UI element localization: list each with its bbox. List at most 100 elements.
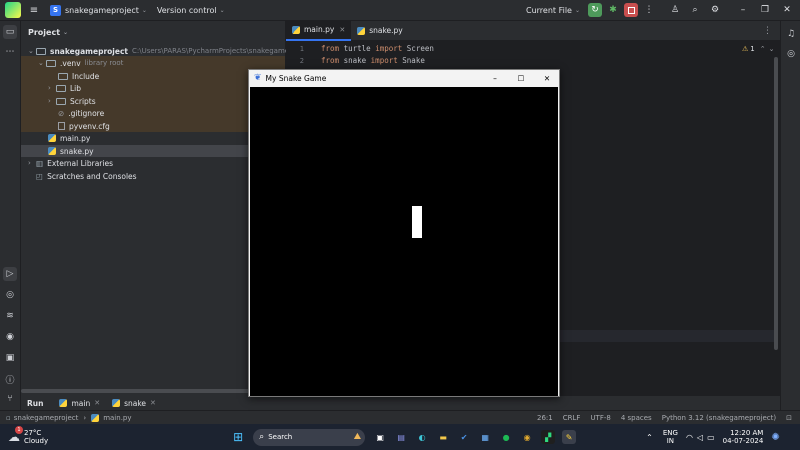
inspection-widget[interactable]: ⚠ 1 ⌃ ⌄ xyxy=(742,45,775,53)
window-minimize-icon[interactable]: – xyxy=(736,3,750,17)
notifications-icon[interactable]: ♫ xyxy=(784,27,798,41)
services-icon[interactable]: ◉ xyxy=(3,330,17,344)
tree-item-lib[interactable]: › Lib xyxy=(48,82,81,95)
python-file-icon xyxy=(48,134,56,143)
tree-item-main-py[interactable]: main.py xyxy=(48,132,90,145)
python-taskbar-icon[interactable]: ✎ xyxy=(562,430,577,444)
tree-item-label: .gitignore xyxy=(68,108,105,118)
windows-start-icon[interactable]: ⊞ xyxy=(231,430,245,444)
close-tab-icon[interactable]: ✕ xyxy=(94,399,100,407)
tree-item-venv[interactable]: ⌄ .venv library root xyxy=(38,57,123,70)
run-tool-icon[interactable]: ▷ xyxy=(3,267,17,281)
ignore-file-icon: ⊘ xyxy=(58,108,65,118)
terminal-icon[interactable]: ▣ xyxy=(3,351,17,365)
debug-icon[interactable]: ✱ xyxy=(606,3,620,17)
chrome-icon[interactable]: ◉ xyxy=(520,430,534,444)
pycharm-taskbar-icon[interactable]: ▞ xyxy=(541,430,556,444)
tree-item-scripts[interactable]: › Scripts xyxy=(48,95,96,108)
store-icon[interactable]: ▦ xyxy=(478,430,492,444)
tab-options-icon[interactable]: ⋮ xyxy=(763,26,772,36)
problems-icon[interactable]: ⓘ xyxy=(3,372,17,386)
tree-item-root[interactable]: ⌄ snakegameproject C:\Users\PARAS\Pychar… xyxy=(28,45,313,58)
chevron-down-icon: ⌄ xyxy=(574,6,580,14)
code-name: Screen xyxy=(402,44,434,53)
app-logo-icon[interactable] xyxy=(5,2,21,18)
ide-title-bar: ≡ S snakegameproject ⌄ Version control ⌄… xyxy=(0,0,800,21)
breadcrumb-file[interactable]: main.py xyxy=(103,414,131,422)
main-menu-icon[interactable]: ≡ xyxy=(28,5,40,16)
breadcrumb-project[interactable]: snakegameproject xyxy=(14,414,79,422)
window-restore-icon[interactable]: ❐ xyxy=(758,3,772,17)
tree-item-gitignore[interactable]: ⊘ .gitignore xyxy=(58,107,104,120)
todo-icon[interactable]: ✔ xyxy=(457,430,471,444)
battery-icon[interactable]: ▭ xyxy=(707,433,715,442)
file-explorer-icon[interactable]: ▬ xyxy=(436,430,450,444)
close-button[interactable]: ✕ xyxy=(537,74,557,83)
code-name: Snake xyxy=(397,56,425,65)
tab-main-py[interactable]: main.py ✕ xyxy=(286,20,352,41)
window-close-icon[interactable]: ✕ xyxy=(780,3,794,17)
config-file-icon xyxy=(58,122,65,131)
chevron-up-icon: ⌃ xyxy=(759,45,766,53)
language-indicator[interactable]: ENG IN xyxy=(663,429,678,445)
line-separator[interactable]: CRLF xyxy=(563,414,581,422)
game-canvas[interactable] xyxy=(250,87,558,396)
lock-icon[interactable]: ⊡ xyxy=(786,414,792,422)
rerun-icon[interactable]: ↻ xyxy=(588,3,602,17)
project-selector[interactable]: S snakegameproject ⌄ xyxy=(50,4,147,16)
code-line[interactable]: from turtle import Screen xyxy=(321,44,434,53)
taskbar-search-placeholder: Search xyxy=(268,433,293,441)
snake-window-title-bar[interactable]: ❦ My Snake Game – ☐ ✕ xyxy=(249,70,559,86)
layers-icon[interactable]: ≋ xyxy=(3,309,17,323)
project-panel-header[interactable]: Project ⌄ xyxy=(21,21,285,43)
python-packages-icon[interactable]: ◎ xyxy=(3,288,17,302)
tree-item-external-libraries[interactable]: › ▥ External Libraries xyxy=(28,157,113,170)
show-hidden-icons[interactable]: ⌃ xyxy=(646,433,653,442)
vertical-scrollbar[interactable] xyxy=(774,57,778,350)
task-view-icon[interactable]: ▣ xyxy=(373,430,387,444)
chevron-right-icon: › xyxy=(48,97,51,106)
warning-icon: ⚠ xyxy=(742,45,749,53)
clock[interactable]: 12:20 AM 04-07-2024 xyxy=(723,429,764,445)
run-tab-snake[interactable]: snake xyxy=(124,399,146,408)
maximize-button[interactable]: ☐ xyxy=(511,74,531,83)
close-tab-icon[interactable]: ✕ xyxy=(339,26,345,34)
tree-item-scratches[interactable]: ◰ Scratches and Consoles xyxy=(36,170,137,183)
add-user-icon[interactable]: ♙ xyxy=(668,3,682,17)
indent-setting[interactable]: 4 spaces xyxy=(621,414,652,422)
settings-gear-icon[interactable]: ⚙ xyxy=(708,3,722,17)
edge-icon[interactable]: ◐ xyxy=(415,430,429,444)
close-tab-icon[interactable]: ✕ xyxy=(150,399,156,407)
version-control-menu[interactable]: Version control ⌄ xyxy=(157,6,225,15)
tree-item-include[interactable]: Include xyxy=(58,70,99,83)
clock-time: 12:20 AM xyxy=(730,429,764,437)
project-tool-icon[interactable]: ▭ xyxy=(3,25,17,39)
snake-game-window[interactable]: ❦ My Snake Game – ☐ ✕ xyxy=(248,69,560,397)
weather-widget[interactable]: ☁ 1 27°C Cloudy xyxy=(8,426,48,445)
git-icon[interactable]: ⑂ xyxy=(3,392,17,406)
code-line[interactable]: from snake import Snake xyxy=(321,56,425,65)
tab-label: main.py xyxy=(304,25,335,34)
file-encoding[interactable]: UTF-8 xyxy=(590,414,610,422)
caret-position[interactable]: 26:1 xyxy=(537,414,553,422)
more-tools-icon[interactable]: ⋯ xyxy=(3,45,17,59)
teams-icon[interactable]: ▤ xyxy=(394,430,408,444)
tab-snake-py[interactable]: snake.py xyxy=(351,21,409,41)
tree-item-snake-py[interactable]: snake.py xyxy=(48,145,94,158)
horizontal-scrollbar[interactable] xyxy=(21,389,251,393)
copilot-icon[interactable]: ✺ xyxy=(771,432,779,443)
run-config-selector[interactable]: Current File ⌄ xyxy=(526,6,580,15)
minimize-button[interactable]: – xyxy=(485,74,505,83)
taskbar-search[interactable]: ⌕ Search ⛰ xyxy=(253,428,366,446)
run-tab-main[interactable]: main xyxy=(71,399,90,408)
folder-icon xyxy=(56,84,66,92)
volume-icon[interactable]: ◁ xyxy=(697,433,703,442)
stop-icon[interactable] xyxy=(624,3,638,17)
python-interpreter[interactable]: Python 3.12 (snakegameproject) xyxy=(662,414,776,422)
ai-assistant-icon[interactable]: ◎ xyxy=(784,47,798,61)
spotify-icon[interactable]: ● xyxy=(499,430,513,444)
tree-item-pyvenv[interactable]: pyvenv.cfg xyxy=(58,120,110,133)
search-icon[interactable]: ⌕ xyxy=(688,3,702,17)
more-actions-icon[interactable]: ⋮ xyxy=(642,3,656,17)
wifi-icon[interactable]: ◠ xyxy=(686,433,693,442)
